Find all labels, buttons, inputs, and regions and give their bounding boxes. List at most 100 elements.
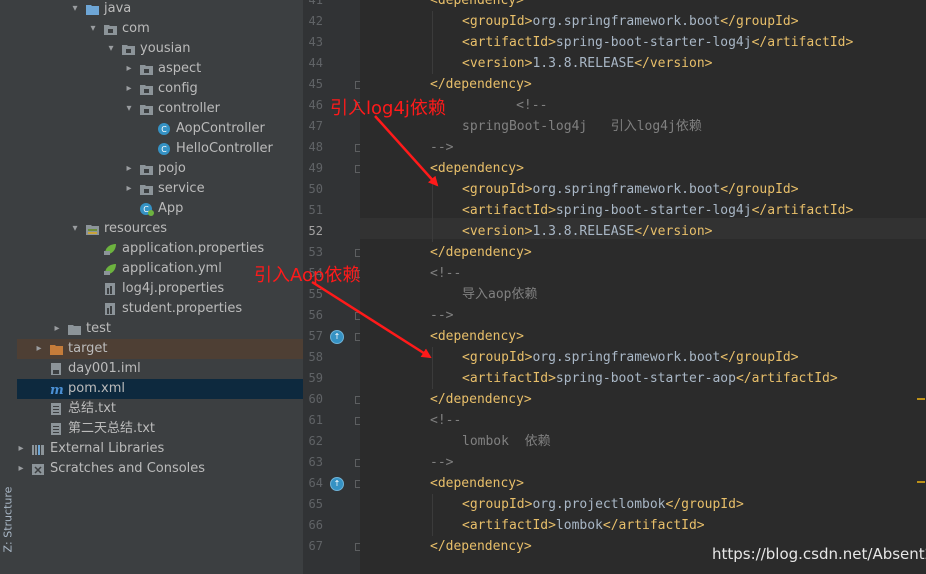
tree-item-external-libraries[interactable]: ▸ External Libraries: [17, 439, 303, 459]
code-line[interactable]: <groupId>org.springframework.boot</group…: [462, 11, 799, 32]
tree-item-label: target: [68, 341, 108, 356]
code-line[interactable]: <version>1.3.8.RELEASE</version>: [462, 221, 712, 242]
tree-item-aspect[interactable]: ▸ aspect: [17, 59, 303, 79]
code-line[interactable]: -->: [430, 305, 453, 326]
chevron-right-icon[interactable]: ▸: [123, 79, 135, 99]
tree-item-target[interactable]: ▸ target: [17, 339, 303, 359]
code-line[interactable]: <artifactId>lombok</artifactId>: [462, 515, 705, 536]
code-line[interactable]: lombok 依赖: [462, 431, 551, 452]
code-line[interactable]: <dependency>: [430, 473, 524, 494]
code-line[interactable]: <artifactId>spring-boot-starter-log4j</a…: [462, 32, 853, 53]
text-icon: [49, 422, 64, 436]
code-line[interactable]: </dependency>: [430, 242, 532, 263]
line-number: 56: [308, 308, 323, 322]
tree-item-pom-xml[interactable]: m pom.xml: [17, 379, 303, 399]
package-icon: [139, 62, 154, 76]
chevron-down-icon[interactable]: ▾: [123, 99, 135, 119]
chevron-right-icon[interactable]: ▸: [51, 319, 63, 339]
xml-tag: <groupId>: [462, 350, 533, 365]
code-line[interactable]: <groupId>org.projectlombok</groupId>: [462, 494, 744, 515]
code-line[interactable]: <!--: [430, 263, 461, 284]
code-line[interactable]: -->: [430, 137, 453, 158]
tree-item-java[interactable]: ▾ java: [17, 0, 303, 19]
xml-tag: <version>: [462, 224, 533, 239]
tree-item-label: AopController: [176, 121, 265, 136]
structure-tool-button[interactable]: Z: Structure: [2, 487, 15, 553]
code-line[interactable]: <version>1.3.8.RELEASE</version>: [462, 53, 712, 74]
line-number: 48: [308, 140, 323, 154]
chevron-down-icon[interactable]: ▾: [105, 39, 117, 59]
scrollbar-marker[interactable]: [917, 481, 925, 483]
chevron-right-icon[interactable]: ▸: [123, 159, 135, 179]
tree-item-day001-iml[interactable]: day001.iml: [17, 359, 303, 379]
line-number: 55: [308, 287, 323, 301]
tree-item-service[interactable]: ▸ service: [17, 179, 303, 199]
xml-tag: </dependency>: [430, 392, 532, 407]
code-line[interactable]: -->: [430, 452, 453, 473]
tree-item-hellocontroller[interactable]: C HelloController: [17, 139, 303, 159]
editor-gutter: 41 42 43 44 45 46 47 48 49 50 51 52 53 54 55 56 57 58 59 60…: [303, 0, 363, 574]
implemented-icon[interactable]: ↑: [330, 477, 344, 491]
chevron-right-icon[interactable]: ▸: [17, 459, 27, 479]
xml-comment: <!--: [430, 266, 462, 281]
xml-text: org.springframework.boot: [532, 182, 721, 197]
tree-item-pojo[interactable]: ▸ pojo: [17, 159, 303, 179]
tree-item-com[interactable]: ▾ com: [17, 19, 303, 39]
tree-item-总结-txt[interactable]: 总结.txt: [17, 399, 303, 419]
annotation-log4j: 引入log4j依赖: [330, 98, 446, 119]
line-number: 65: [308, 497, 323, 511]
code-line[interactable]: </dependency>: [430, 74, 532, 95]
tree-item-yousian[interactable]: ▾ yousian: [17, 39, 303, 59]
chevron-down-icon[interactable]: ▾: [87, 19, 99, 39]
xml-tag: </artifactId>: [735, 371, 838, 386]
folder-blue-icon: [85, 2, 100, 16]
tree-item-application-properties[interactable]: application.properties: [17, 239, 303, 259]
package-icon: [121, 42, 136, 56]
code-line[interactable]: <dependency>: [430, 326, 524, 347]
code-line[interactable]: <artifactId>spring-boot-starter-log4j</a…: [462, 200, 853, 221]
xml-comment: -->: [430, 140, 454, 155]
chevron-right-icon[interactable]: ▸: [123, 59, 135, 79]
tree-item-config[interactable]: ▸ config: [17, 79, 303, 99]
code-line[interactable]: <!--: [430, 410, 461, 431]
tree-item-resources[interactable]: ▾ resources: [17, 219, 303, 239]
chevron-right-icon[interactable]: ▸: [33, 339, 45, 359]
code-editor[interactable]: <dependency> <groupId>org.springframework…: [360, 0, 926, 574]
tree-item-第二天总结-txt[interactable]: 第二天总结.txt: [17, 419, 303, 439]
code-line[interactable]: <groupId>org.springframework.boot</group…: [462, 179, 799, 200]
xml-text: spring-boot-starter-log4j: [555, 35, 752, 50]
code-line[interactable]: <groupId>org.springframework.boot</group…: [462, 347, 799, 368]
xml-tag: <version>: [462, 56, 533, 71]
chevron-down-icon[interactable]: ▾: [69, 219, 81, 239]
code-line[interactable]: <artifactId>spring-boot-starter-aop</art…: [462, 368, 838, 389]
scrollbar-marker[interactable]: [917, 398, 925, 400]
folder-orange-icon: [49, 342, 64, 356]
chevron-right-icon[interactable]: ▸: [17, 439, 27, 459]
tree-item-label: 总结.txt: [68, 401, 117, 416]
tree-item-aopcontroller[interactable]: C AopController: [17, 119, 303, 139]
implemented-icon[interactable]: ↑: [330, 330, 344, 344]
chevron-right-icon[interactable]: ▸: [123, 179, 135, 199]
code-line[interactable]: <!--: [430, 95, 547, 116]
xml-tag: <: [430, 0, 438, 8]
code-line[interactable]: springBoot-log4j 引入log4j依赖: [462, 116, 702, 137]
code-line[interactable]: <dependency>: [430, 0, 524, 11]
xml-tag: </dependency>: [430, 77, 532, 92]
code-line[interactable]: </dependency>: [430, 536, 532, 557]
code-line[interactable]: <dependency>: [430, 158, 524, 179]
code-line[interactable]: </dependency>: [430, 389, 532, 410]
tree-item-student-properties[interactable]: student.properties: [17, 299, 303, 319]
tree-item-scratches-and-consoles[interactable]: ▸ Scratches and Consoles: [17, 459, 303, 479]
tree-item-label: pojo: [158, 161, 186, 176]
line-number: 64: [308, 476, 323, 490]
tree-item-app[interactable]: C App: [17, 199, 303, 219]
chevron-down-icon[interactable]: ▾: [69, 0, 81, 19]
tree-item-label: service: [158, 181, 205, 196]
xml-comment: lombok 依赖: [462, 434, 551, 449]
tree-item-controller[interactable]: ▾ controller: [17, 99, 303, 119]
code-line[interactable]: 导入aop依赖: [462, 284, 537, 305]
text-icon: [49, 402, 64, 416]
line-number: 49: [308, 161, 323, 175]
line-number: 51: [308, 203, 323, 217]
tree-item-test[interactable]: ▸ test: [17, 319, 303, 339]
